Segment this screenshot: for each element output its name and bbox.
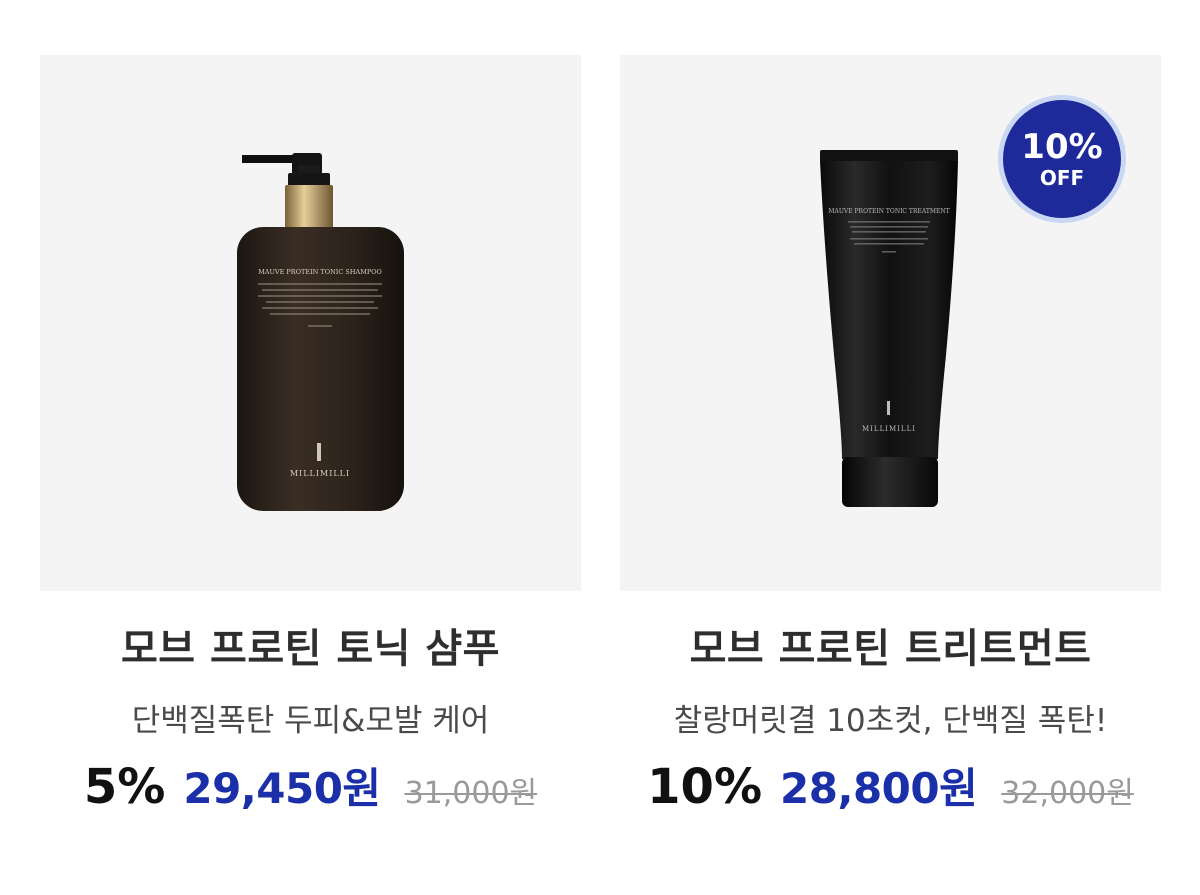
product-card-shampoo[interactable]: MAUVE PROTEIN TONIC SHAMPOO MILLIMILLI 모… (40, 55, 581, 816)
svg-text:MILLIMILLI: MILLIMILLI (290, 469, 350, 478)
badge-off-label: OFF (1039, 166, 1085, 190)
sale-price: 28,800원 (780, 764, 978, 813)
product-card-treatment[interactable]: MAUVE PROTEIN TONIC TREATMENT MILLIMILLI… (620, 55, 1161, 816)
product-image-shampoo[interactable]: MAUVE PROTEIN TONIC SHAMPOO MILLIMILLI (40, 55, 581, 591)
svg-text:MAUVE PROTEIN TONIC SHAMPOO: MAUVE PROTEIN TONIC SHAMPOO (258, 268, 382, 276)
discount-rate: 10% (647, 759, 763, 815)
original-price: 31,000원 (404, 776, 538, 811)
price-row: 5% 29,450원 31,000원 (40, 755, 581, 816)
original-price: 32,000원 (1001, 776, 1134, 811)
product-image-treatment[interactable]: MAUVE PROTEIN TONIC TREATMENT MILLIMILLI… (620, 55, 1161, 591)
product-title[interactable]: 모브 프로틴 토닉 샴푸 (40, 621, 581, 677)
product-title[interactable]: 모브 프로틴 트리트먼트 (620, 621, 1161, 677)
discount-rate: 5% (83, 759, 166, 815)
svg-text:MAUVE PROTEIN TONIC TREATMENT: MAUVE PROTEIN TONIC TREATMENT (828, 208, 949, 215)
svg-text:MILLIMILLI: MILLIMILLI (862, 425, 916, 433)
product-subtitle: 찰랑머릿결 10초컷, 단백질 폭탄! (673, 703, 1108, 739)
price-row: 10% 28,800원 32,000원 (620, 755, 1161, 816)
sale-price: 29,450원 (183, 764, 381, 813)
product-grid: MAUVE PROTEIN TONIC SHAMPOO MILLIMILLI 모… (0, 0, 1200, 895)
badge-percent: 10% (1021, 127, 1103, 167)
product-subtitle: 단백질폭탄 두피&모발 케어 (131, 703, 490, 739)
shampoo-bottle-image: MAUVE PROTEIN TONIC SHAMPOO MILLIMILLI (237, 147, 404, 511)
discount-badge: 10% OFF (1003, 100, 1121, 218)
